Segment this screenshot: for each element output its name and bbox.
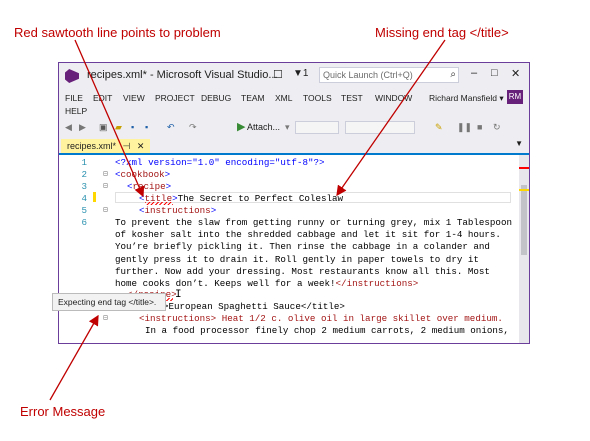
instructions-tag-name: instructions	[144, 205, 211, 216]
save-icon[interactable]: ▪	[131, 122, 134, 132]
redo-icon[interactable]: ↷	[189, 122, 197, 133]
menu-help[interactable]: HELP	[65, 106, 87, 116]
notifications-icon[interactable]: ☐	[273, 68, 283, 81]
tab-overflow-icon[interactable]: ▼	[515, 139, 523, 148]
instructions2-line: <instructions> Heat 1/2 c. olive oil in …	[139, 313, 503, 324]
attach-dropdown-icon[interactable]: ▾	[285, 122, 290, 133]
minimize-icon[interactable]: –	[471, 67, 477, 79]
scroll-error-marker	[519, 167, 529, 169]
title-bar: recipes.xml* - Microsoft Visual Studio..…	[59, 63, 529, 89]
menu-view[interactable]: VIEW	[123, 93, 145, 103]
menu-file[interactable]: FILE	[65, 93, 83, 103]
line-number: 1	[81, 157, 87, 168]
line-number: 2	[81, 169, 87, 180]
save-all-icon[interactable]: ▪	[145, 122, 148, 132]
instructions-paragraph: To prevent the slaw from getting runny o…	[115, 217, 515, 290]
tab-close-icon[interactable]: ✕	[137, 141, 145, 151]
menu-project[interactable]: PROJECT	[155, 93, 195, 103]
start-debugging-icon[interactable]: ▶	[237, 120, 245, 133]
cookbook-tag-name: cookbook	[120, 169, 165, 180]
window-title: recipes.xml* - Microsoft Visual Studio..…	[87, 69, 278, 81]
sawtooth-callout: Red sawtooth line points to problem	[14, 25, 221, 40]
avatar[interactable]: RM	[507, 90, 523, 104]
instructions2-continued: In a food processor finely chop 2 medium…	[145, 325, 509, 336]
find-icon[interactable]: ✎	[435, 122, 443, 133]
changed-line-marker	[93, 192, 96, 202]
collapse-icon[interactable]: ⊟	[103, 313, 108, 323]
platform-dropdown[interactable]	[345, 121, 415, 134]
missing-tag-callout: Missing end tag </title>	[375, 25, 509, 40]
stop-icon[interactable]: ■	[477, 122, 482, 132]
attach-button[interactable]: Attach...	[247, 122, 280, 132]
pin-icon[interactable]: ⊣	[123, 141, 131, 151]
tab-recipes-xml[interactable]: recipes.xml* ⊣ ✕	[61, 139, 151, 153]
user-name-text: Richard Mansfield	[429, 93, 498, 103]
instructions-text: To prevent the slaw from getting runny o…	[115, 217, 512, 290]
xml-declaration-text: <?xml version="1.0" encoding="utf-8"?>	[115, 157, 325, 168]
search-icon[interactable]: ⌕	[450, 69, 456, 80]
line-number: 6	[81, 217, 87, 228]
restart-icon[interactable]: ↻	[493, 122, 501, 133]
menu-window[interactable]: WINDOW	[375, 93, 412, 103]
collapse-icon[interactable]: ⊟	[103, 205, 108, 215]
xml-declaration: <?xml version="1.0" encoding="utf-8"?>	[115, 157, 325, 168]
menu-bar: FILE EDIT VIEW PROJECT DEBUG TEAM XML TO…	[59, 90, 529, 118]
text-cursor-icon: I	[175, 289, 182, 301]
recipe-tag-name: recipe	[132, 181, 166, 192]
scroll-change-marker	[519, 189, 529, 191]
quick-launch-placeholder: Quick Launch (Ctrl+Q)	[323, 70, 413, 80]
menu-test[interactable]: TEST	[341, 93, 363, 103]
undo-icon[interactable]: ↶	[167, 122, 175, 133]
open-file-icon[interactable]: ▰	[115, 122, 122, 133]
collapse-icon[interactable]: ⊟	[103, 181, 108, 191]
menu-team[interactable]: TEAM	[241, 93, 265, 103]
tab-label: recipes.xml*	[67, 141, 117, 151]
instructions-end-tag: </instructions>	[335, 278, 419, 290]
document-tab-bar: recipes.xml* ⊣ ✕ ▼	[59, 139, 529, 155]
menu-debug[interactable]: DEBUG	[201, 93, 231, 103]
instructions-open-tag: <instructions>	[139, 205, 217, 216]
vertical-scrollbar[interactable]	[519, 155, 529, 343]
new-project-icon[interactable]: ▣	[99, 122, 108, 133]
menu-tools[interactable]: TOOLS	[303, 93, 332, 103]
error-message-callout: Error Message	[20, 404, 106, 419]
code-editor[interactable]: 1 2 3 4 5 6 ⊟ ⊟ ⊟ ⊟ <?xml version="1.0" …	[59, 155, 519, 343]
feedback-flag-icon[interactable]: ▼1	[293, 68, 308, 79]
quick-launch-input[interactable]: Quick Launch (Ctrl+Q) ⌕	[319, 67, 459, 83]
forward-icon[interactable]: ▶	[79, 122, 86, 133]
recipe-open-tag: <recipe>	[127, 181, 172, 192]
toolbar: ◀ ▶ ▣ ▰ ▪ ▪ ↶ ↷ ▶ Attach... ▾ ✎ ❚❚ ■ ↻	[59, 119, 529, 137]
collapse-icon[interactable]: ⊟	[103, 169, 108, 179]
maximize-icon[interactable]: □	[491, 67, 498, 79]
line-number: 4	[81, 193, 87, 204]
scroll-thumb[interactable]	[521, 185, 527, 255]
title2-line: >European Spaghetti Sauce</title>	[163, 301, 345, 312]
menu-xml[interactable]: XML	[275, 93, 292, 103]
line-number: 5	[81, 205, 87, 216]
menu-edit[interactable]: EDIT	[93, 93, 112, 103]
visual-studio-logo-icon	[65, 69, 79, 83]
back-icon[interactable]: ◀	[65, 122, 72, 133]
close-icon[interactable]: ✕	[511, 67, 520, 80]
user-name[interactable]: Richard Mansfield ▾	[429, 93, 504, 104]
cookbook-open-tag: <cookbook>	[115, 169, 171, 180]
title-text: The Secret to Perfect Coleslaw	[177, 193, 344, 204]
pause-icon[interactable]: ❚❚	[457, 122, 472, 133]
notification-count: 1	[302, 68, 309, 79]
configuration-dropdown[interactable]	[295, 121, 339, 134]
line-number: 3	[81, 181, 87, 192]
error-tooltip: Expecting end tag </title>.	[52, 293, 166, 311]
